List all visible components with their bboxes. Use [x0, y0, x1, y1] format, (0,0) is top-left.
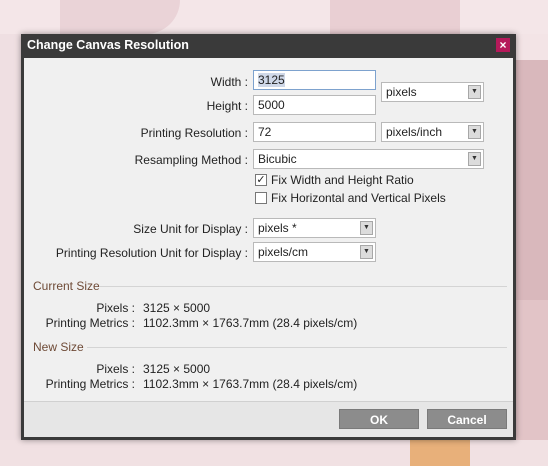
change-canvas-resolution-dialog: Change Canvas Resolution × Width : 3125 …	[21, 34, 516, 440]
printing-resolution-input[interactable]: 72	[253, 122, 376, 142]
resolution-unit-display-label: Printing Resolution Unit for Display :	[55, 246, 248, 260]
close-icon[interactable]: ×	[496, 38, 510, 52]
current-size-divider	[99, 286, 507, 287]
height-input[interactable]: 5000	[253, 95, 376, 115]
new-pixels-label: Pixels :	[96, 362, 135, 376]
dropdown-arrow-icon: ▼	[468, 152, 481, 166]
size-unit-select[interactable]: pixels ▼	[381, 82, 484, 102]
resolution-unit-display-value: pixels/cm	[258, 245, 309, 259]
fix-pixels-label: Fix Horizontal and Vertical Pixels	[271, 191, 446, 205]
width-input[interactable]: 3125	[253, 70, 376, 90]
new-metrics-value: 1102.3mm × 1763.7mm (28.4 pixels/cm)	[143, 377, 358, 391]
fix-ratio-label: Fix Width and Height Ratio	[271, 173, 414, 187]
size-unit-display-value: pixels *	[258, 221, 297, 235]
current-size-title: Current Size	[33, 279, 100, 293]
printing-resolution-unit-select[interactable]: pixels/inch ▼	[381, 122, 484, 142]
resampling-method-select[interactable]: Bicubic ▼	[253, 149, 484, 169]
current-pixels-value: 3125 × 5000	[143, 301, 211, 315]
dropdown-arrow-icon: ▼	[468, 85, 481, 99]
width-label: Width :	[210, 75, 248, 89]
printing-resolution-label: Printing Resolution :	[140, 126, 248, 140]
width-value: 3125	[258, 73, 285, 87]
resampling-method-label: Resampling Method :	[134, 153, 248, 167]
dropdown-arrow-icon: ▼	[468, 125, 481, 139]
fix-ratio-checkbox[interactable]: ✓	[255, 174, 267, 186]
new-metrics-label: Printing Metrics :	[45, 377, 135, 391]
printing-resolution-unit-value: pixels/inch	[386, 125, 443, 139]
size-unit-value: pixels	[386, 85, 417, 99]
height-label: Height :	[206, 99, 248, 113]
dialog-title: Change Canvas Resolution	[21, 34, 516, 56]
ok-button[interactable]: OK	[339, 409, 419, 429]
dropdown-arrow-icon: ▼	[360, 245, 373, 259]
size-unit-display-select[interactable]: pixels * ▼	[253, 218, 376, 238]
fix-pixels-checkbox[interactable]	[255, 192, 267, 204]
resampling-method-value: Bicubic	[258, 152, 297, 166]
size-unit-display-label: Size Unit for Display :	[133, 222, 248, 236]
dropdown-arrow-icon: ▼	[360, 221, 373, 235]
dialog-footer: OK Cancel	[24, 401, 513, 437]
current-metrics-value: 1102.3mm × 1763.7mm (28.4 pixels/cm)	[143, 316, 358, 330]
dialog-body: Width : 3125 Height : 5000 pixels ▼ Prin…	[24, 58, 513, 437]
new-pixels-value: 3125 × 5000	[143, 362, 211, 376]
new-size-title: New Size	[33, 340, 84, 354]
resolution-unit-display-select[interactable]: pixels/cm ▼	[253, 242, 376, 262]
current-metrics-label: Printing Metrics :	[45, 316, 135, 330]
current-pixels-label: Pixels :	[96, 301, 135, 315]
new-size-divider	[87, 347, 507, 348]
cancel-button[interactable]: Cancel	[427, 409, 507, 429]
